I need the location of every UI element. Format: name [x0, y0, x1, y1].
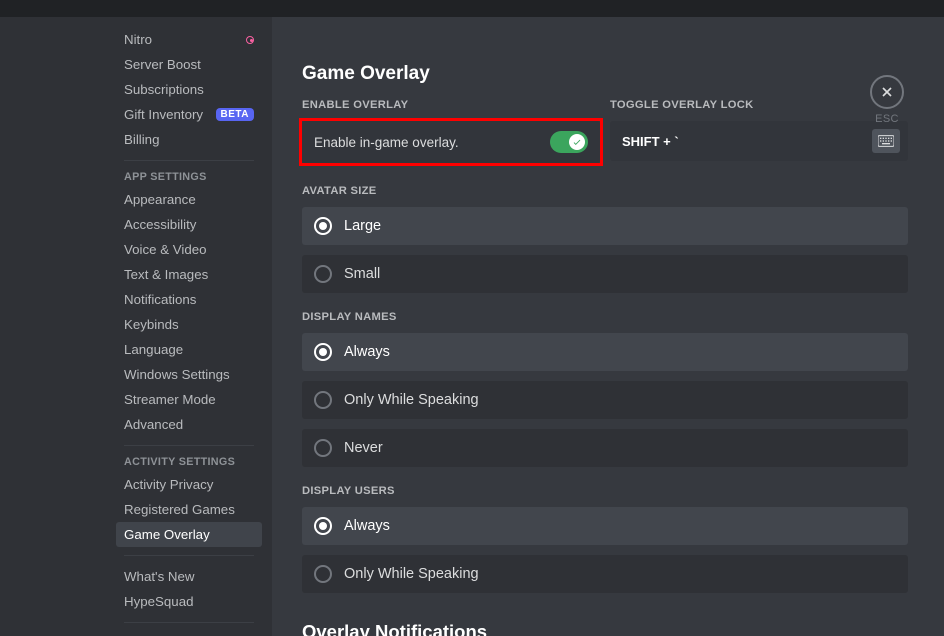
sidebar-divider: [124, 160, 254, 161]
sidebar-divider: [124, 555, 254, 556]
sidebar-item-windows-settings[interactable]: Windows Settings: [116, 362, 262, 387]
radio-label: Never: [344, 440, 383, 456]
sidebar-item-label: Nitro: [124, 32, 152, 47]
sidebar-header-activity-settings: ACTIVITY SETTINGS: [116, 456, 262, 468]
highlight-annotation: Enable in-game overlay.: [299, 118, 603, 166]
sidebar-item-label: Text & Images: [124, 267, 208, 282]
sidebar-divider: [124, 445, 254, 446]
sidebar-item-label: Game Overlay: [124, 527, 210, 542]
radio-icon: [314, 343, 332, 361]
avatar-size-large[interactable]: Large: [302, 207, 908, 245]
display-names-label: DISPLAY NAMES: [302, 311, 908, 323]
sidebar-item-label: Language: [124, 342, 183, 357]
sidebar-item-registered-games[interactable]: Registered Games: [116, 497, 262, 522]
radio-icon: [314, 517, 332, 535]
hotkey-row[interactable]: SHIFT + `: [610, 121, 908, 161]
display-users-label: DISPLAY USERS: [302, 485, 908, 497]
settings-content: ESC Game Overlay ENABLE OVERLAY Enable i…: [272, 17, 944, 636]
sidebar-item-billing[interactable]: Billing: [116, 127, 262, 152]
close-icon: [870, 75, 904, 109]
sidebar-item-label: Activity Privacy: [124, 477, 213, 492]
sidebar-item-label: Voice & Video: [124, 242, 207, 257]
sidebar-item-server-boost[interactable]: Server Boost: [116, 52, 262, 77]
sidebar-item-label: Subscriptions: [124, 82, 204, 97]
check-icon: [572, 137, 582, 147]
sidebar-item-label: Appearance: [124, 192, 196, 207]
sidebar-item-label: Accessibility: [124, 217, 196, 232]
enable-overlay-text: Enable in-game overlay.: [314, 135, 459, 150]
avatar-size-group: Large Small: [302, 207, 908, 293]
sidebar-item-label: Registered Games: [124, 502, 235, 517]
toggle-knob: [569, 134, 585, 150]
sidebar-item-label: Windows Settings: [124, 367, 230, 382]
radio-icon: [314, 565, 332, 583]
keyboard-icon: [878, 135, 894, 147]
sidebar-item-label: Streamer Mode: [124, 392, 216, 407]
sidebar-item-language[interactable]: Language: [116, 337, 262, 362]
sidebar-item-accessibility[interactable]: Accessibility: [116, 212, 262, 237]
sidebar-header-app-settings: APP SETTINGS: [116, 171, 262, 183]
avatar-size-small[interactable]: Small: [302, 255, 908, 293]
sidebar-item-log-out[interactable]: Log Out: [116, 631, 262, 636]
radio-label: Small: [344, 266, 380, 282]
sidebar-item-appearance[interactable]: Appearance: [116, 187, 262, 212]
display-users-always[interactable]: Always: [302, 507, 908, 545]
enable-overlay-label: ENABLE OVERLAY: [302, 99, 600, 111]
radio-icon: [314, 391, 332, 409]
sidebar-item-subscriptions[interactable]: Subscriptions: [116, 77, 262, 102]
sidebar-item-streamer-mode[interactable]: Streamer Mode: [116, 387, 262, 412]
display-users-group: Always Only While Speaking: [302, 507, 908, 593]
enable-overlay-toggle[interactable]: [550, 131, 588, 153]
radio-icon: [314, 265, 332, 283]
sidebar-item-gift-inventory[interactable]: Gift Inventory BETA: [116, 102, 262, 127]
sidebar-item-keybinds[interactable]: Keybinds: [116, 312, 262, 337]
display-names-group: Always Only While Speaking Never: [302, 333, 908, 467]
sidebar-item-label: HypeSquad: [124, 594, 194, 609]
radio-icon: [314, 439, 332, 457]
hotkey-value: SHIFT + `: [622, 134, 679, 149]
display-names-only-speaking[interactable]: Only While Speaking: [302, 381, 908, 419]
avatar-size-label: AVATAR SIZE: [302, 185, 908, 197]
page-title: Game Overlay: [302, 63, 908, 85]
radio-label: Large: [344, 218, 381, 234]
sidebar-item-activity-privacy[interactable]: Activity Privacy: [116, 472, 262, 497]
beta-badge: BETA: [216, 108, 254, 121]
sidebar-item-label: Gift Inventory: [124, 107, 203, 122]
record-keybind-button[interactable]: [872, 129, 900, 153]
sidebar-item-label: Advanced: [124, 417, 183, 432]
window-titlebar: [0, 0, 944, 17]
settings-sidebar: Nitro Server Boost Subscriptions Gift In…: [0, 17, 272, 636]
toggle-lock-label: TOGGLE OVERLAY LOCK: [610, 99, 908, 111]
sidebar-item-label: Billing: [124, 132, 159, 147]
enable-overlay-row[interactable]: Enable in-game overlay.: [302, 121, 600, 163]
sidebar-item-game-overlay[interactable]: Game Overlay: [116, 522, 262, 547]
sidebar-item-label: What's New: [124, 569, 195, 584]
overlay-notifications-title: Overlay Notifications: [302, 621, 908, 636]
radio-label: Only While Speaking: [344, 392, 479, 408]
sidebar-item-hypesquad[interactable]: HypeSquad: [116, 589, 262, 614]
sidebar-item-notifications[interactable]: Notifications: [116, 287, 262, 312]
nitro-icon: [246, 36, 254, 44]
sidebar-item-text-images[interactable]: Text & Images: [116, 262, 262, 287]
radio-label: Always: [344, 344, 390, 360]
sidebar-item-label: Keybinds: [124, 317, 179, 332]
close-settings-button[interactable]: ESC: [870, 75, 904, 125]
sidebar-item-label: Notifications: [124, 292, 196, 307]
sidebar-item-advanced[interactable]: Advanced: [116, 412, 262, 437]
sidebar-item-whats-new[interactable]: What's New: [116, 564, 262, 589]
radio-icon: [314, 217, 332, 235]
radio-label: Always: [344, 518, 390, 534]
sidebar-item-voice-video[interactable]: Voice & Video: [116, 237, 262, 262]
display-users-only-speaking[interactable]: Only While Speaking: [302, 555, 908, 593]
sidebar-item-nitro[interactable]: Nitro: [116, 27, 262, 52]
sidebar-divider: [124, 622, 254, 623]
esc-label: ESC: [875, 113, 899, 125]
sidebar-item-label: Server Boost: [124, 57, 201, 72]
display-names-never[interactable]: Never: [302, 429, 908, 467]
radio-label: Only While Speaking: [344, 566, 479, 582]
display-names-always[interactable]: Always: [302, 333, 908, 371]
